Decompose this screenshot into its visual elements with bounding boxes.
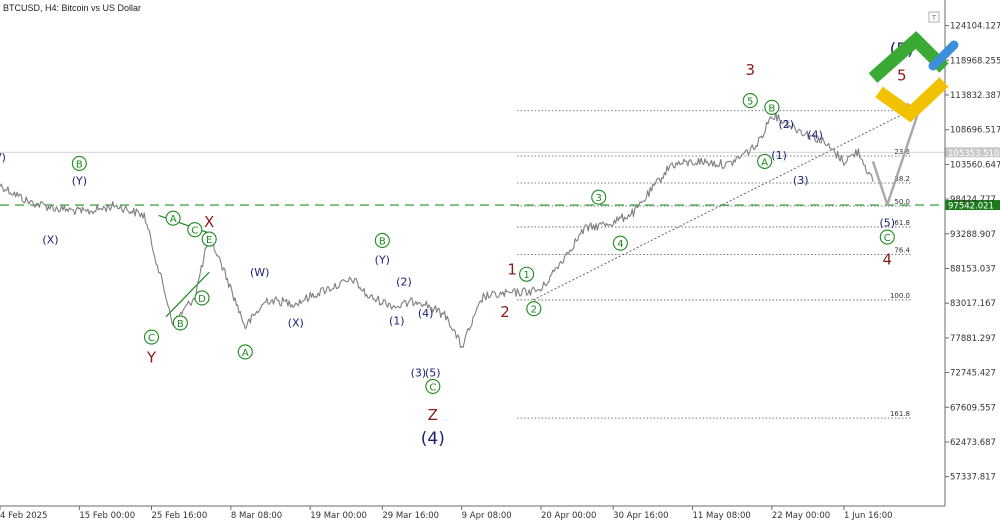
price-tick-label: 103560.647: [950, 160, 1000, 170]
price-tick-label: 88153.037: [950, 264, 996, 274]
wave-label: A: [242, 348, 249, 359]
wave-label: B: [76, 159, 83, 170]
price-tick-label: 124104.127: [950, 22, 1000, 32]
wave-label: (Y): [72, 175, 87, 188]
wave-label: C: [191, 226, 198, 237]
chart-background: [0, 0, 1000, 521]
wave-label: 5: [747, 97, 753, 108]
wave-label: B: [177, 319, 184, 330]
wave-label: C: [148, 333, 155, 344]
fib-level-label: 161.8: [890, 410, 910, 418]
wave-label: (W): [250, 266, 269, 279]
wave-label: A: [170, 214, 177, 225]
wave-label: D: [198, 294, 206, 305]
wave-label: B: [768, 103, 775, 114]
time-tick-label: 8 Mar 08:00: [231, 511, 282, 521]
wave-label: (4): [418, 307, 434, 320]
chart-title: BTCUSD, H4: Bitcoin vs US Dollar: [3, 3, 141, 13]
fib-level-label: 61.8: [894, 219, 910, 227]
time-tick-label: 9 Apr 08:00: [462, 511, 512, 521]
time-tick-label: 30 Apr 16:00: [613, 511, 668, 521]
time-tick-label: 11 May 08:00: [693, 511, 751, 521]
time-tick-label: 15 Feb 00:00: [79, 511, 135, 521]
time-tick-label: 22 May 00:00: [772, 511, 830, 521]
wave-label: X: [204, 213, 214, 231]
time-tick-label: 20 Apr 00:00: [541, 511, 596, 521]
autoscroll-button[interactable]: T: [928, 11, 940, 23]
wave-label: (1): [771, 149, 787, 162]
wave-label: 3: [596, 193, 602, 204]
wave-label: (2): [779, 118, 795, 131]
price-tick-label: 62473.687: [950, 438, 996, 448]
time-tick-label: 25 Feb 16:00: [151, 511, 207, 521]
wave-label: C: [429, 382, 436, 393]
wave-label: Z: [428, 406, 438, 424]
wave-label: 4: [883, 250, 893, 268]
wave-label: (5): [879, 217, 895, 230]
wave-label: (5): [425, 367, 441, 380]
wave-label: (3): [793, 174, 809, 187]
current-price-label: 105353.510: [948, 149, 999, 159]
wave-label: 2: [500, 303, 510, 321]
wave-label-large: (4): [421, 429, 445, 449]
wave-label: (X): [288, 317, 304, 330]
wave-label: (Y): [375, 254, 390, 267]
wave-label: E: [206, 235, 212, 246]
fib-level-label: 76.4: [894, 247, 910, 255]
wave-label: (1): [389, 315, 405, 328]
wave-label: 4: [617, 239, 623, 250]
wave-label: 5: [897, 67, 907, 85]
time-tick-label: 4 Feb 2025: [0, 511, 48, 521]
fib-level-label: 100.0: [890, 292, 910, 300]
price-tick-label: 77881.297: [950, 334, 996, 344]
time-tick-label: 1 Jun 16:00: [844, 511, 893, 521]
price-tick-label: 108696.517: [950, 126, 1000, 136]
price-tick-label: 98424.777: [950, 195, 996, 205]
wave-label: 2: [531, 305, 537, 316]
price-tick-label: 93288.907: [950, 230, 996, 240]
price-tick-label: 118968.255: [950, 56, 1000, 66]
wave-label: 1: [523, 270, 529, 281]
price-tick-label: 67609.557: [950, 403, 996, 413]
wave-label: A: [761, 157, 768, 168]
wave-label: C: [884, 233, 891, 244]
wave-label: (3): [411, 367, 427, 380]
wave-label: B: [379, 236, 386, 247]
wave-label: (4): [807, 129, 823, 142]
wave-label: 1: [507, 261, 517, 279]
wave-label: V): [0, 151, 6, 164]
wave-label: 3: [745, 61, 755, 79]
wave-label: (2): [396, 275, 412, 288]
svg-text:T: T: [931, 14, 937, 22]
time-tick-label: 29 Mar 16:00: [382, 511, 439, 521]
wave-label: Y: [146, 348, 157, 366]
wave-label: (X): [42, 233, 58, 246]
price-tick-label: 113832.387: [950, 91, 1000, 101]
price-tick-label: 72745.427: [950, 369, 996, 379]
time-tick-label: 19 Mar 00:00: [310, 511, 367, 521]
price-tick-label: 83017.167: [950, 299, 996, 309]
price-chart[interactable]: 0.023.638.250.061.876.4100.0161.8 97542.…: [0, 0, 1000, 521]
price-tick-label: 57337.817: [950, 473, 996, 483]
